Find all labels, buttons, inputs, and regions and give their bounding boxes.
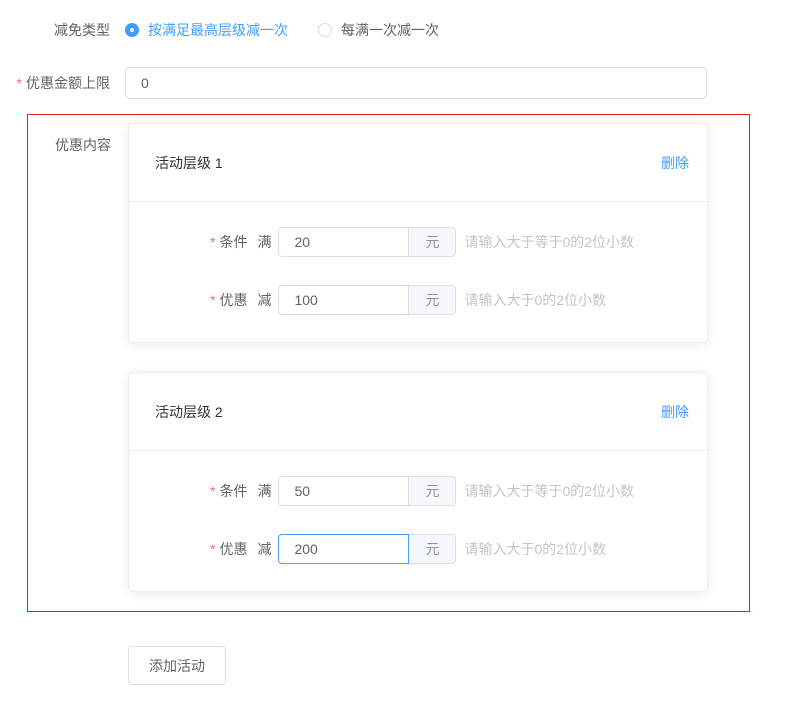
delete-tier-button[interactable]: 删除 [661,153,689,173]
unit-suffix: 元 [409,476,456,506]
tier-card-header: 活动层级 1 删除 [129,124,707,202]
tier-title: 活动层级 2 [155,402,223,422]
condition-row: *条件 满 元 请输入大于等于0的2位小数 [210,227,707,257]
discount-row: *优惠 减 元 请输入大于0的2位小数 [210,285,707,315]
discount-amount-input[interactable] [278,285,409,315]
input-hint: 请输入大于0的2位小数 [464,290,606,310]
condition-prefix: 满 [257,481,271,501]
tier-card-2: 活动层级 2 删除 *条件 满 元 请输入大于等于0的2位小数 *优惠 [128,372,708,592]
add-activity-button[interactable]: 添加活动 [128,646,226,685]
discount-content-box: 优惠内容 活动层级 1 删除 *条件 满 元 请输入大于等于0的2位小数 [27,114,750,612]
discount-row: *优惠 减 元 请输入大于0的2位小数 [210,534,707,564]
discount-input-group: 元 [278,285,456,315]
condition-row: *条件 满 元 请输入大于等于0的2位小数 [210,476,707,506]
condition-label: *条件 [210,232,247,252]
discount-limit-row: *优惠金额上限 [0,67,812,99]
tier-card-header: 活动层级 2 删除 [129,373,707,451]
discount-label: *优惠 [210,290,247,310]
reduction-type-label: 减免类型 [0,19,110,41]
tier-card-1: 活动层级 1 删除 *条件 满 元 请输入大于等于0的2位小数 *优惠 [128,123,708,343]
radio-option-highest-tier[interactable]: 按满足最高层级减一次 [125,20,288,40]
input-hint: 请输入大于等于0的2位小数 [464,481,634,501]
required-asterisk: * [17,75,22,91]
condition-amount-input[interactable] [278,227,409,257]
input-hint: 请输入大于等于0的2位小数 [464,232,634,252]
condition-amount-input[interactable] [278,476,409,506]
discount-amount-input-focused[interactable] [278,534,409,564]
discount-content-label: 优惠内容 [28,123,111,592]
tier-card-body: *条件 满 元 请输入大于等于0的2位小数 *优惠 减 元 [129,202,707,342]
reduction-type-row: 减免类型 按满足最高层级减一次 每满一次减一次 [0,19,812,41]
condition-input-group: 元 [278,476,456,506]
required-asterisk: * [210,292,215,308]
actions-row: 添加活动 [128,646,812,685]
unit-suffix: 元 [409,285,456,315]
unit-suffix: 元 [409,227,456,257]
unit-suffix: 元 [409,534,456,564]
discount-limit-label: *优惠金额上限 [0,72,110,94]
condition-prefix: 满 [257,232,271,252]
discount-prefix: 减 [257,290,271,310]
radio-checked-icon [125,23,139,37]
promotion-form: 减免类型 按满足最高层级减一次 每满一次减一次 *优惠金额上限 优惠内容 活动层… [0,0,812,685]
tier-title: 活动层级 1 [155,153,223,173]
required-asterisk: * [210,234,215,250]
discount-label: *优惠 [210,539,247,559]
discount-prefix: 减 [257,539,271,559]
radio-option-label: 按满足最高层级减一次 [148,20,288,40]
condition-label: *条件 [210,481,247,501]
reduction-type-radio-group: 按满足最高层级减一次 每满一次减一次 [125,20,469,40]
radio-option-every-time[interactable]: 每满一次减一次 [318,20,439,40]
radio-option-label: 每满一次减一次 [341,20,439,40]
condition-input-group: 元 [278,227,456,257]
discount-input-group: 元 [278,534,456,564]
required-asterisk: * [210,541,215,557]
input-hint: 请输入大于0的2位小数 [464,539,606,559]
delete-tier-button[interactable]: 删除 [661,402,689,422]
required-asterisk: * [210,483,215,499]
tier-card-body: *条件 满 元 请输入大于等于0的2位小数 *优惠 减 元 [129,451,707,591]
radio-unchecked-icon [318,23,332,37]
tier-cards: 活动层级 1 删除 *条件 满 元 请输入大于等于0的2位小数 *优惠 [128,123,708,592]
discount-limit-input[interactable] [125,67,707,99]
